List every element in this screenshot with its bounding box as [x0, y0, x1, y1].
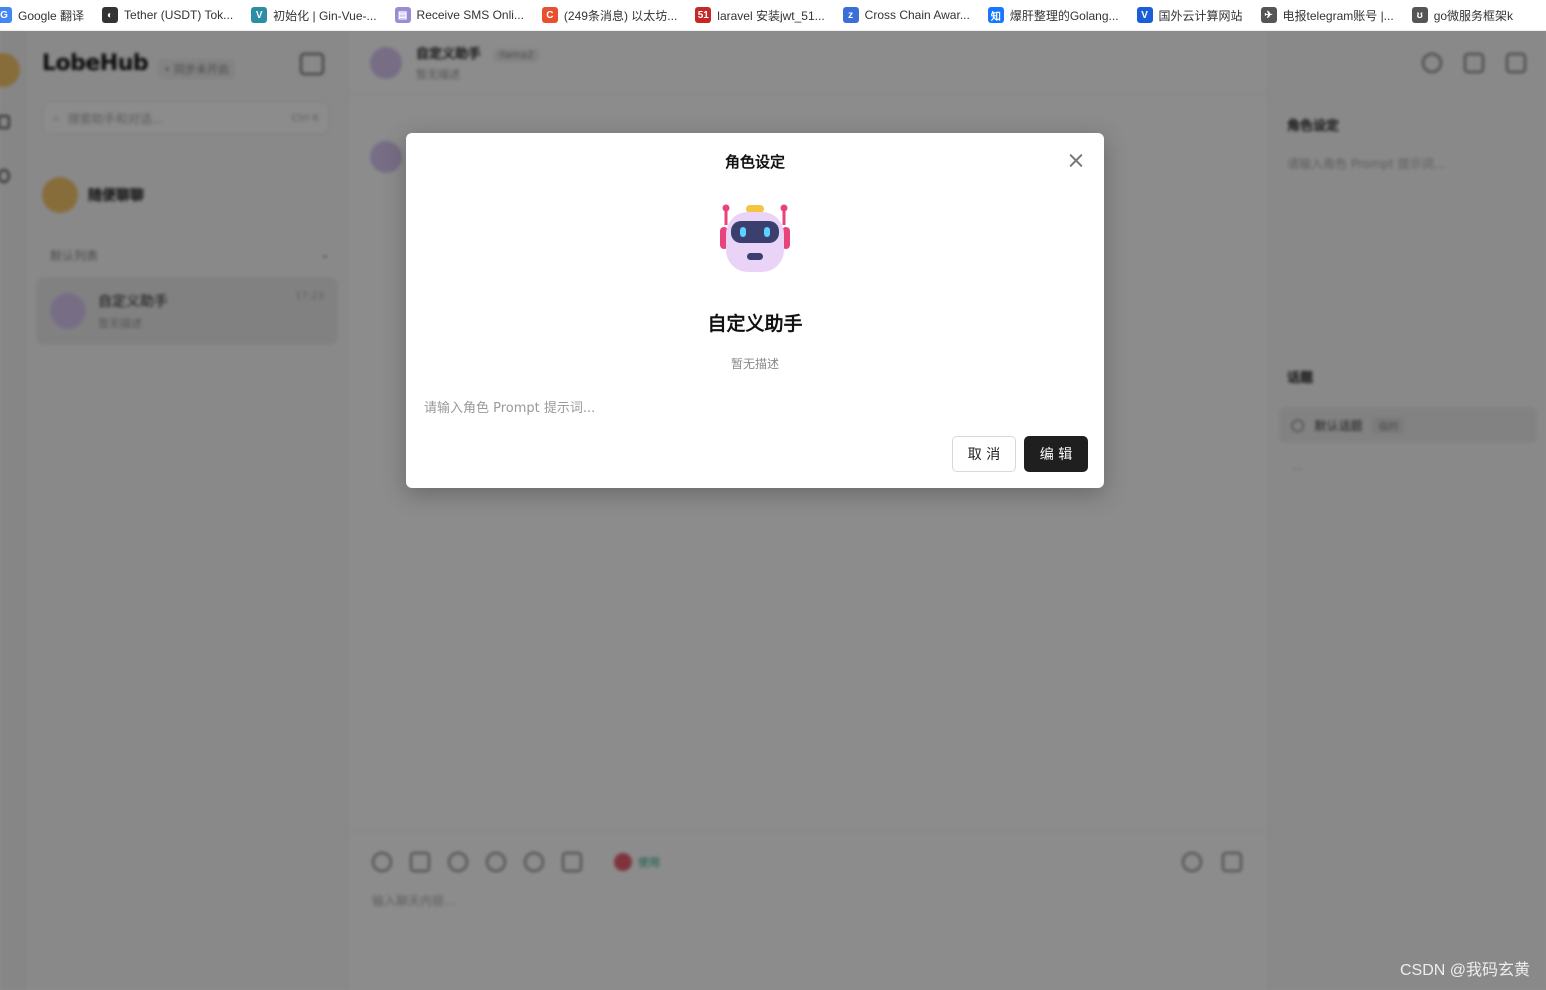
bookmark-favicon-icon: ✈	[1260, 7, 1277, 23]
bookmark-label: Tether (USDT) Tok...	[124, 8, 234, 22]
bookmark-label: 电报telegram账号 |...	[1282, 8, 1394, 23]
role-setting-modal: 角色设定 自定义助手 暂无描述 请输入角色 Prompt 提示词... 取 消 …	[406, 133, 1104, 488]
bookmark-favicon-icon: V	[1136, 7, 1153, 23]
watermark: CSDN @我码玄黄	[1399, 962, 1530, 979]
bookmark-favicon-icon: z	[842, 7, 859, 23]
bookmark-label: Google 翻译	[18, 8, 85, 23]
bookmark-item[interactable]: ✈ 电报telegram账号 |...	[1260, 3, 1402, 27]
modal-title: 角色设定	[724, 153, 785, 171]
bookmark-label: laravel 安装jwt_51...	[717, 8, 825, 23]
bookmark-item[interactable]: ▤ Receive SMS Onli...	[394, 3, 532, 27]
bookmark-label: 国外云计算网站	[1158, 8, 1243, 23]
bookmark-favicon-icon: G	[0, 7, 12, 23]
bookmark-item[interactable]: ◐ Tether (USDT) Tok...	[102, 3, 241, 27]
bookmark-item[interactable]: 51 laravel 安装jwt_51...	[695, 3, 832, 27]
bookmark-favicon-icon: V	[251, 7, 268, 23]
bookmark-favicon-icon: ▤	[394, 7, 411, 23]
bookmark-item[interactable]: V 初始化 | Gin-Vue-...	[251, 3, 384, 27]
robot-avatar-icon	[720, 204, 790, 272]
bookmark-label: Receive SMS Onli...	[416, 8, 524, 22]
bookmark-label: go微服务框架k	[1433, 8, 1514, 23]
close-icon[interactable]	[1066, 151, 1086, 171]
bookmark-favicon-icon: ◐	[102, 7, 119, 23]
bookmark-label: Cross Chain Awar...	[864, 8, 970, 22]
bookmark-item[interactable]: C (249条消息) 以太坊...	[541, 3, 685, 27]
bookmark-label: (249条消息) 以太坊...	[563, 8, 678, 23]
bookmark-item[interactable]: ʊ go微服务框架k	[1411, 3, 1521, 27]
prompt-placeholder[interactable]: 请输入角色 Prompt 提示词...	[424, 397, 595, 416]
bookmark-item[interactable]: z Cross Chain Awar...	[842, 3, 978, 27]
bookmark-label: 爆肝整理的Golang...	[1009, 8, 1119, 23]
bookmark-label: 初始化 | Gin-Vue-...	[273, 8, 377, 23]
bookmark-item[interactable]: V 国外云计算网站	[1136, 3, 1251, 27]
bookmark-item[interactable]: 知爆肝整理的Golang...	[987, 3, 1127, 27]
edit-button[interactable]: 编 辑	[1024, 436, 1088, 472]
cancel-button[interactable]: 取 消	[952, 436, 1016, 472]
bookmark-item[interactable]: G Google 翻译	[0, 3, 92, 27]
bookmark-favicon-icon: 知	[987, 7, 1004, 23]
bookmark-favicon-icon: ʊ	[1411, 7, 1428, 23]
bookmark-favicon-icon: C	[541, 7, 558, 23]
bookmark-favicon-icon: 51	[695, 7, 712, 23]
bookmarks-bar: G Google 翻译 ◐ Tether (USDT) Tok... V 初始化 | Gi…	[0, 0, 1546, 31]
assistant-desc: 暂无描述	[730, 357, 779, 371]
assistant-name: 自定义助手	[707, 313, 803, 335]
